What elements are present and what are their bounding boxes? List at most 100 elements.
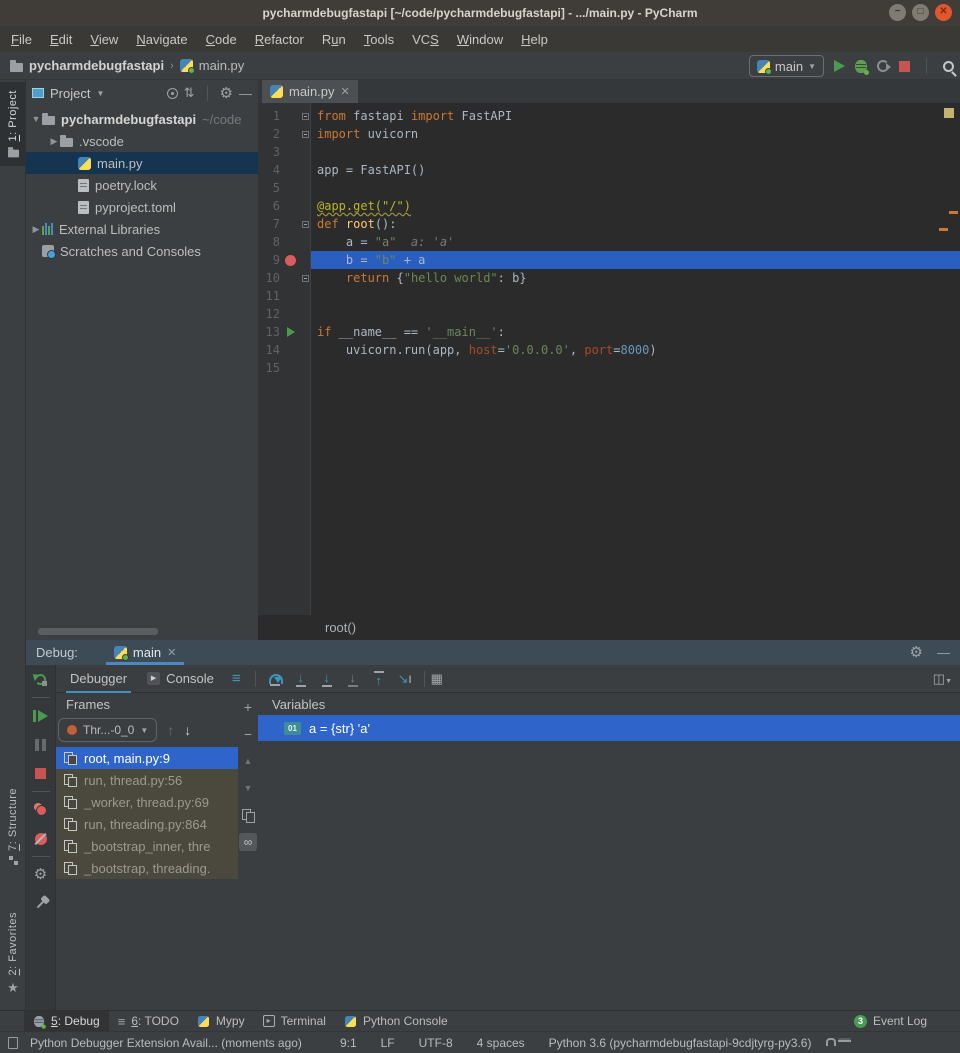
- scrollbar-stripe-mark[interactable]: [939, 228, 948, 231]
- menu-item-view[interactable]: View: [81, 32, 127, 47]
- remove-watch-icon[interactable]: −: [244, 720, 252, 747]
- tool-window-button-terminal[interactable]: ▸Terminal: [254, 1011, 335, 1032]
- interpreter[interactable]: Python 3.6 (pycharmdebugfastapi-9cdjtyrg…: [537, 1036, 824, 1050]
- step-into-button[interactable]: ↓: [288, 671, 314, 687]
- editor-tab-main-py[interactable]: main.py ✕: [262, 80, 358, 103]
- breadcrumb-file[interactable]: main.py: [199, 58, 245, 73]
- tab-debugger[interactable]: Debugger: [60, 665, 137, 693]
- run-button[interactable]: [834, 60, 845, 72]
- tree-item-external-libraries[interactable]: ▶External Libraries: [26, 218, 258, 240]
- code-line[interactable]: 9 b = "b" + a: [258, 251, 960, 269]
- fold-marker-icon[interactable]: [299, 131, 311, 138]
- close-button[interactable]: ✕: [935, 4, 952, 21]
- stripe-tab-structure[interactable]: 7: Structure: [0, 788, 26, 865]
- menu-item-run[interactable]: Run: [313, 32, 355, 47]
- code-line[interactable]: 12: [258, 305, 960, 323]
- resume-button[interactable]: [26, 701, 56, 730]
- scrollbar-warning-mark[interactable]: [944, 108, 954, 118]
- tool-window-switcher-icon[interactable]: [0, 1037, 22, 1049]
- tree-item-pyproject-toml[interactable]: pyproject.toml: [26, 196, 258, 218]
- chevron-down-icon[interactable]: ▼: [96, 89, 104, 98]
- menu-item-file[interactable]: File: [2, 32, 41, 47]
- status-message[interactable]: Python Debugger Extension Avail... (mome…: [22, 1036, 302, 1050]
- run-to-cursor-button[interactable]: ↘I: [392, 672, 418, 686]
- title-bar[interactable]: pycharmdebugfastapi [~/code/pycharmdebug…: [0, 0, 960, 26]
- tree-expand-icon[interactable]: ▼: [30, 114, 42, 124]
- code-line[interactable]: 14 uvicorn.run(app, host='0.0.0.0', port…: [258, 341, 960, 359]
- fold-marker-icon[interactable]: [299, 113, 311, 120]
- frame-row[interactable]: run, thread.py:56: [56, 769, 238, 791]
- close-tab-icon[interactable]: ✕: [341, 85, 350, 98]
- search-everywhere-icon[interactable]: [943, 61, 954, 72]
- minimize-button[interactable]: −: [889, 4, 906, 21]
- code-line[interactable]: 3: [258, 143, 960, 161]
- close-icon[interactable]: ✕: [167, 646, 176, 659]
- run-line-icon[interactable]: [282, 327, 299, 337]
- code-line[interactable]: 15: [258, 359, 960, 377]
- scroll-up-icon[interactable]: ▲: [244, 747, 253, 774]
- project-view-title[interactable]: Project: [50, 86, 90, 101]
- tree-item-poetry-lock[interactable]: poetry.lock: [26, 174, 258, 196]
- collapse-all-icon[interactable]: ⇅: [184, 85, 195, 101]
- tool-window-button-python-console[interactable]: Python Console: [335, 1011, 457, 1032]
- menu-item-code[interactable]: Code: [197, 32, 246, 47]
- tab-console[interactable]: ▶ Console: [137, 665, 224, 693]
- coverage-button[interactable]: [877, 60, 889, 72]
- tool-window-button--debug[interactable]: 5: Debug: [24, 1011, 109, 1032]
- code-line[interactable]: 13if __name__ == '__main__':: [258, 323, 960, 341]
- menu-item-edit[interactable]: Edit: [41, 32, 81, 47]
- tree-expand-icon[interactable]: ▶: [30, 224, 42, 235]
- code-line[interactable]: 6@app.get("/"): [258, 197, 960, 215]
- scrollbar-stripe-mark[interactable]: [949, 211, 958, 214]
- gear-icon[interactable]: ⚙: [220, 86, 233, 101]
- menu-item-vcs[interactable]: VCS: [403, 32, 448, 47]
- add-watch-icon[interactable]: +: [244, 693, 252, 720]
- hide-panel-icon[interactable]: —: [937, 645, 950, 660]
- mute-breakpoints-button[interactable]: [26, 824, 56, 853]
- caret-position[interactable]: 9:1: [328, 1036, 369, 1050]
- line-separator[interactable]: LF: [369, 1036, 407, 1050]
- step-out-button[interactable]: ↑: [366, 671, 392, 687]
- menu-item-window[interactable]: Window: [448, 32, 512, 47]
- run-configuration-select[interactable]: main ▼: [749, 55, 824, 77]
- tree-item-main-py[interactable]: main.py: [26, 152, 258, 174]
- frame-down-icon[interactable]: ↓: [184, 722, 191, 738]
- show-all-frames-icon[interactable]: ∞: [239, 828, 257, 855]
- variable-row[interactable]: 01a = {str} 'a': [258, 715, 960, 741]
- force-step-into-button[interactable]: ↓: [340, 671, 366, 687]
- locate-file-icon[interactable]: [167, 88, 178, 99]
- menu-item-navigate[interactable]: Navigate: [127, 32, 196, 47]
- code-line[interactable]: 2import uvicorn: [258, 125, 960, 143]
- tree-item-pycharmdebugfastapi[interactable]: ▼pycharmdebugfastapi~/code: [26, 108, 258, 130]
- breadcrumb-project[interactable]: pycharmdebugfastapi: [29, 58, 164, 73]
- view-breakpoints-button[interactable]: [26, 795, 56, 824]
- frame-row[interactable]: root, main.py:9: [56, 747, 238, 769]
- code-line[interactable]: 1from fastapi import FastAPI: [258, 107, 960, 125]
- tree-item--vscode[interactable]: ▶.vscode: [26, 130, 258, 152]
- thread-select[interactable]: Thr...-0_0 ▼: [58, 718, 157, 742]
- rerun-button[interactable]: [26, 665, 56, 694]
- step-into-my-code-button[interactable]: ↓: [314, 671, 340, 687]
- code-line[interactable]: 5: [258, 179, 960, 197]
- pause-button[interactable]: [26, 730, 56, 759]
- tool-window-button-mypy[interactable]: Mypy: [188, 1011, 254, 1032]
- debug-button[interactable]: [855, 60, 867, 73]
- editor[interactable]: main.py ✕ 1from fastapi import FastAPI2i…: [258, 80, 960, 640]
- frame-row[interactable]: _worker, thread.py:69: [56, 791, 238, 813]
- fold-marker-icon[interactable]: [299, 221, 311, 228]
- scroll-down-icon[interactable]: ▼: [244, 774, 253, 801]
- step-over-button[interactable]: [262, 671, 288, 686]
- event-log-button[interactable]: 3 Event Log: [845, 1011, 936, 1032]
- hide-panel-icon[interactable]: —: [239, 86, 252, 101]
- maximize-button[interactable]: □: [912, 4, 929, 21]
- copy-stack-icon[interactable]: [242, 801, 254, 828]
- code-line[interactable]: 10 return {"hello world": b}: [258, 269, 960, 287]
- tree-item-scratches-and-consoles[interactable]: Scratches and Consoles: [26, 240, 258, 262]
- debug-settings-button[interactable]: ⚙: [26, 860, 56, 889]
- frame-up-icon[interactable]: ↑: [167, 722, 174, 738]
- stripe-tab-project[interactable]: 1: Project: [0, 82, 26, 166]
- code-line[interactable]: 4app = FastAPI(): [258, 161, 960, 179]
- horizontal-scrollbar[interactable]: [38, 628, 158, 635]
- indent-style[interactable]: 4 spaces: [465, 1036, 537, 1050]
- stop-button[interactable]: [899, 61, 910, 72]
